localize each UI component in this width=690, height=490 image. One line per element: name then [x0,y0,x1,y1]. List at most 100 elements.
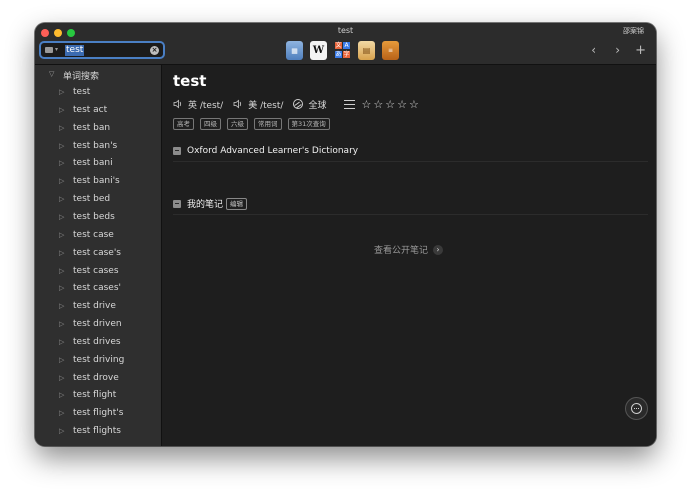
disclosure-closed-icon[interactable]: ▷ [59,106,64,114]
speaker-icon[interactable] [173,99,183,109]
divider [173,214,648,215]
ellipsis-icon [631,403,642,414]
back-button[interactable]: ‹ [591,43,596,57]
add-button[interactable]: + [635,43,646,58]
disclosure-closed-icon[interactable]: ▷ [59,409,64,417]
star-icon[interactable]: ☆ [397,98,407,111]
disclosure-closed-icon[interactable]: ▷ [59,320,64,328]
disclosure-closed-icon[interactable]: ▷ [59,159,64,167]
sidebar-item-label: test driven [73,319,122,330]
star-rating[interactable]: ☆ ☆ ☆ ☆ ☆ [361,98,418,111]
sidebar-group-word-search[interactable]: ▽ 单词搜索 [35,66,161,84]
sidebar-item-label: test flight's [73,408,124,419]
sidebar-item-label: test drives [73,336,121,347]
us-pronunciation[interactable]: 美 /test/ [248,98,283,111]
search-scope-icon[interactable] [45,47,53,53]
sidebar-item[interactable]: ▷ test flight [35,387,161,405]
sidebar-item[interactable]: ▷ test beds [35,209,161,227]
notes-title: 我的笔记 [187,200,224,210]
disclosure-closed-icon[interactable]: ▷ [59,284,64,292]
sidebar-item[interactable]: ▷ test case [35,227,161,245]
global-pronunciation[interactable]: 全球 [308,98,326,111]
sidebar-item[interactable]: ▷ test drove [35,370,161,388]
collins-dict-icon[interactable]: ▦ [286,41,303,60]
sidebar-item-label: test beds [73,211,115,222]
disclosure-closed-icon[interactable]: ▷ [59,88,64,96]
dictionary-title: Oxford Advanced Learner's Dictionary [187,145,359,156]
book-icon[interactable]: ≡ [382,41,399,60]
disclosure-closed-icon[interactable]: ▷ [59,302,64,310]
sidebar-item[interactable]: ▷ test driven [35,316,161,334]
public-notes-label: 查看公开笔记 [374,246,429,256]
disclosure-closed-icon[interactable]: ▷ [59,374,64,382]
globe-icon[interactable] [293,99,304,109]
disclosure-closed-icon[interactable]: ▷ [59,124,64,132]
sidebar-item-label: test bani [73,158,113,169]
sidebar-item-label: test cases' [73,283,121,294]
speaker-icon[interactable] [233,99,243,109]
view-public-notes-link[interactable]: 查看公开笔记 › [374,243,444,256]
sidebar-item[interactable]: ▷ test driving [35,352,161,370]
more-options-button[interactable] [625,397,648,420]
sidebar-item-label: test ban's [73,140,118,151]
list-icon[interactable] [344,99,356,109]
sidebar-item[interactable]: ▷ test ban [35,120,161,138]
notes-section-header[interactable]: 我的笔记 编辑 [173,197,248,210]
entry-word: test [173,72,207,90]
sidebar-item[interactable]: ▷ test bed [35,191,161,209]
sidebar-item-label: test bani's [73,176,120,187]
clear-search-icon[interactable]: × [150,46,159,55]
sidebar-item[interactable]: ▷ test ban's [35,138,161,156]
sidebar-item[interactable]: ▷ test bani's [35,173,161,191]
sidebar-item[interactable]: ▷ test bani [35,155,161,173]
tag-badge: 高考 [173,118,194,130]
sidebar-item-label: test cases [73,265,119,276]
dictionary-switcher: ▦ W 文 A あ 字 ▤ ≡ [286,41,399,60]
username[interactable]: 邵案锦 [623,26,644,36]
collapse-icon[interactable] [173,199,181,208]
star-icon[interactable]: ☆ [385,98,395,111]
sidebar-item[interactable]: ▷ test drive [35,298,161,316]
edit-notes-button[interactable]: 编辑 [226,197,248,210]
dictionary-section-header[interactable]: Oxford Advanced Learner's Dictionary [173,144,358,157]
sidebar-item[interactable]: ▷ test flights [35,423,161,441]
forward-button[interactable]: › [615,43,620,57]
disclosure-closed-icon[interactable]: ▷ [59,267,64,275]
star-icon[interactable]: ☆ [373,98,383,111]
window-title: test [337,26,354,35]
disclosure-closed-icon[interactable]: ▷ [59,195,64,203]
sidebar-item-label: test ban [73,122,111,133]
disclosure-closed-icon[interactable]: ▷ [59,177,64,185]
uk-pronunciation[interactable]: 英 /test/ [188,98,223,111]
sidebar-item[interactable]: ▷ test cases [35,263,161,281]
star-icon[interactable]: ☆ [409,98,419,111]
sidebar-item-label: test act [73,104,108,115]
sidebar-item[interactable]: ▷ test drives [35,334,161,352]
chevron-down-icon[interactable]: ▾ [55,46,58,53]
disclosure-closed-icon[interactable]: ▷ [59,338,64,346]
disclosure-closed-icon[interactable]: ▷ [59,391,64,399]
notebook-icon[interactable]: ▤ [358,41,375,60]
sidebar-item[interactable]: ▷ test act [35,102,161,120]
translate-icon[interactable]: 文 A あ 字 [334,41,351,60]
disclosure-closed-icon[interactable]: ▷ [59,231,64,239]
collapse-icon[interactable] [173,146,181,155]
disclosure-open-icon[interactable]: ▽ [49,70,54,78]
wikipedia-icon[interactable]: W [310,41,327,60]
sidebar-item[interactable]: ▷ test [35,84,161,102]
sidebar-item[interactable]: ▷ test flight's [35,405,161,423]
sidebar-item[interactable]: ▷ test cases' [35,280,161,298]
sidebar-item[interactable]: ▷ test case's [35,245,161,263]
disclosure-closed-icon[interactable]: ▷ [59,142,64,150]
tag-badge: 常用词 [254,118,282,130]
sidebar-item-label: test [73,87,91,97]
search-selected-text[interactable]: test [65,45,85,56]
star-icon[interactable]: ☆ [361,98,371,111]
divider [173,161,648,162]
disclosure-closed-icon[interactable]: ▷ [59,213,64,221]
disclosure-closed-icon[interactable]: ▷ [59,356,64,364]
disclosure-closed-icon[interactable]: ▷ [59,427,64,435]
disclosure-closed-icon[interactable]: ▷ [59,249,64,257]
sidebar-group-label: 单词搜索 [63,72,100,82]
search-box[interactable]: ▾ test × [39,41,165,59]
